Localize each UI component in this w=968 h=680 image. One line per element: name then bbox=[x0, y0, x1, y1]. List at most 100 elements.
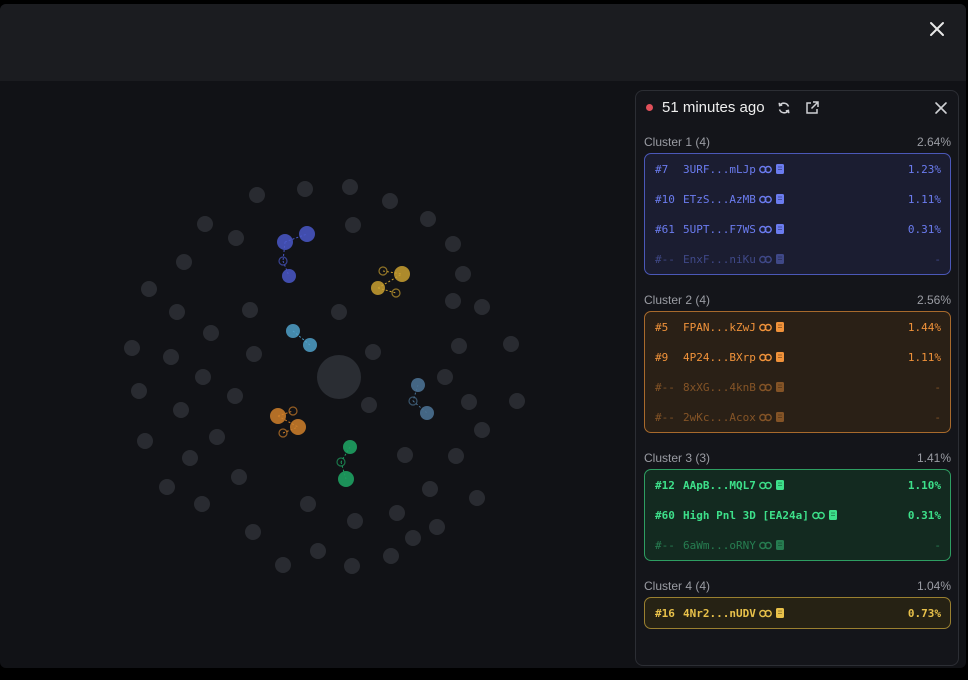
holder-bubble[interactable] bbox=[300, 496, 316, 512]
holder-bubble[interactable] bbox=[422, 481, 438, 497]
cluster-list[interactable]: Cluster 1 (4) 2.64% #7 3URF...mLJp 1.23% #10 E… bbox=[644, 131, 951, 643]
holder-bubble[interactable] bbox=[461, 394, 477, 410]
cluster-bubble[interactable] bbox=[411, 378, 425, 392]
holder-bubble[interactable] bbox=[131, 383, 147, 399]
cluster-bubble[interactable] bbox=[270, 408, 286, 424]
holder-bubble[interactable] bbox=[345, 217, 361, 233]
holder-bubble[interactable] bbox=[310, 543, 326, 559]
holder-row[interactable]: #61 5UPT...F7WS 0.31% bbox=[645, 214, 950, 244]
holder-bubble[interactable] bbox=[228, 230, 244, 246]
holder-bubble[interactable] bbox=[197, 216, 213, 232]
copy-icon[interactable] bbox=[775, 193, 785, 205]
holder-row[interactable]: #5 FPAN...kZwJ 1.44% bbox=[645, 312, 950, 342]
holder-bubble[interactable] bbox=[509, 393, 525, 409]
holder-bubble[interactable] bbox=[405, 530, 421, 546]
copy-icon[interactable] bbox=[828, 509, 838, 521]
copy-icon[interactable] bbox=[775, 351, 785, 363]
refresh-icon[interactable] bbox=[777, 101, 791, 115]
holder-row[interactable]: #10 ETzS...AzMB 1.11% bbox=[645, 184, 950, 214]
holder-bubble[interactable] bbox=[194, 496, 210, 512]
holder-bubble[interactable] bbox=[342, 179, 358, 195]
holder-bubble[interactable] bbox=[382, 193, 398, 209]
copy-icon[interactable] bbox=[775, 411, 785, 423]
holder-row[interactable]: #7 3URF...mLJp 1.23% bbox=[645, 154, 950, 184]
holder-bubble[interactable] bbox=[242, 302, 258, 318]
holder-bubble[interactable] bbox=[159, 479, 175, 495]
cluster-bubble[interactable] bbox=[282, 269, 296, 283]
link-icon[interactable] bbox=[758, 322, 772, 333]
holder-bubble[interactable] bbox=[227, 388, 243, 404]
holder-row[interactable]: #-- EnxF...niKu - bbox=[645, 244, 950, 274]
copy-icon[interactable] bbox=[775, 381, 785, 393]
holder-bubble[interactable] bbox=[246, 346, 262, 362]
holder-row[interactable]: #-- 2wKc...Acox - bbox=[645, 402, 950, 432]
holder-bubble[interactable] bbox=[249, 187, 265, 203]
holder-bubble[interactable] bbox=[469, 490, 485, 506]
holder-bubble[interactable] bbox=[275, 557, 291, 573]
holder-bubble[interactable] bbox=[124, 340, 140, 356]
holder-bubble[interactable] bbox=[445, 293, 461, 309]
link-icon[interactable] bbox=[758, 480, 772, 491]
cluster-bubble[interactable] bbox=[299, 226, 315, 242]
holder-bubble[interactable] bbox=[163, 349, 179, 365]
cluster-bubble[interactable] bbox=[277, 234, 293, 250]
cluster-bubble[interactable] bbox=[290, 419, 306, 435]
cluster-bubble[interactable] bbox=[303, 338, 317, 352]
holder-bubble[interactable] bbox=[141, 281, 157, 297]
holder-bubble[interactable] bbox=[397, 447, 413, 463]
holder-bubble[interactable] bbox=[137, 433, 153, 449]
holder-bubble[interactable] bbox=[203, 325, 219, 341]
holder-bubble[interactable] bbox=[331, 304, 347, 320]
copy-icon[interactable] bbox=[775, 607, 785, 619]
holder-bubble[interactable] bbox=[474, 299, 490, 315]
holder-bubble[interactable] bbox=[503, 336, 519, 352]
cluster-bubble[interactable] bbox=[371, 281, 385, 295]
cluster-bubble[interactable] bbox=[286, 324, 300, 338]
link-icon[interactable] bbox=[758, 352, 772, 363]
holder-bubble[interactable] bbox=[344, 558, 360, 574]
link-icon[interactable] bbox=[758, 382, 772, 393]
copy-icon[interactable] bbox=[775, 253, 785, 265]
holder-bubble[interactable] bbox=[361, 397, 377, 413]
cluster-bubble[interactable] bbox=[338, 471, 354, 487]
cluster-bubble[interactable] bbox=[394, 266, 410, 282]
holder-bubble[interactable] bbox=[383, 548, 399, 564]
holder-bubble[interactable] bbox=[420, 211, 436, 227]
holder-bubble[interactable] bbox=[297, 181, 313, 197]
copy-icon[interactable] bbox=[775, 539, 785, 551]
holder-bubble[interactable] bbox=[209, 429, 225, 445]
link-icon[interactable] bbox=[758, 254, 772, 265]
holder-bubble[interactable] bbox=[176, 254, 192, 270]
cluster-bubble[interactable] bbox=[420, 406, 434, 420]
holder-row[interactable]: #9 4P24...BXrp 1.11% bbox=[645, 342, 950, 372]
link-icon[interactable] bbox=[758, 164, 772, 175]
holder-bubble[interactable] bbox=[445, 236, 461, 252]
pool-bubble[interactable] bbox=[317, 355, 361, 399]
holder-bubble[interactable] bbox=[437, 369, 453, 385]
holder-bubble[interactable] bbox=[182, 450, 198, 466]
close-icon[interactable] bbox=[926, 18, 948, 40]
holder-bubble[interactable] bbox=[448, 448, 464, 464]
copy-icon[interactable] bbox=[775, 321, 785, 333]
cluster-bubble[interactable] bbox=[343, 440, 357, 454]
holder-bubble[interactable] bbox=[231, 469, 247, 485]
holder-bubble[interactable] bbox=[389, 505, 405, 521]
holder-bubble[interactable] bbox=[245, 524, 261, 540]
link-icon[interactable] bbox=[758, 194, 772, 205]
holder-bubble[interactable] bbox=[455, 266, 471, 282]
close-icon[interactable] bbox=[934, 101, 948, 115]
copy-icon[interactable] bbox=[775, 223, 785, 235]
holder-row[interactable]: #-- 6aWm...oRNY - bbox=[645, 530, 950, 560]
holder-row[interactable]: #12 AApB...MQL7 1.10% bbox=[645, 470, 950, 500]
link-icon[interactable] bbox=[758, 224, 772, 235]
copy-icon[interactable] bbox=[775, 479, 785, 491]
holder-bubble[interactable] bbox=[474, 422, 490, 438]
holder-bubble[interactable] bbox=[173, 402, 189, 418]
external-link-icon[interactable] bbox=[804, 100, 820, 116]
copy-icon[interactable] bbox=[775, 163, 785, 175]
link-icon[interactable] bbox=[758, 412, 772, 423]
holder-bubble[interactable] bbox=[365, 344, 381, 360]
link-icon[interactable] bbox=[811, 510, 825, 521]
holder-bubble[interactable] bbox=[347, 513, 363, 529]
link-icon[interactable] bbox=[758, 608, 772, 619]
